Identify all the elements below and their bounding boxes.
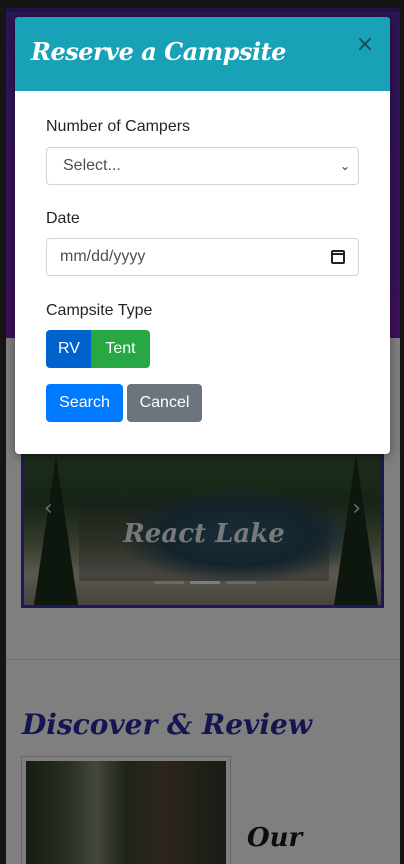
date-placeholder: mm/dd/yyyy — [60, 248, 146, 265]
modal-title: Reserve a Campsite — [31, 37, 286, 66]
campsite-type-tent-button[interactable]: Tent — [91, 330, 150, 368]
close-icon[interactable]: × — [354, 33, 376, 57]
campsite-type-label: Campsite Type — [46, 302, 153, 319]
campsite-type-toggle: RV Tent — [46, 330, 150, 368]
campsite-type-rv-button[interactable]: RV — [46, 330, 91, 368]
date-label: Date — [46, 210, 80, 227]
campers-select-value: Select... — [63, 157, 121, 174]
search-button[interactable]: Search — [46, 384, 123, 422]
reserve-campsite-modal: Reserve a Campsite × Number of Campers S… — [15, 17, 390, 454]
chevron-down-icon: ⌄ — [339, 159, 350, 173]
campers-label: Number of Campers — [46, 118, 191, 135]
date-input[interactable]: mm/dd/yyyy — [46, 238, 359, 276]
cancel-button[interactable]: Cancel — [127, 384, 202, 422]
campers-select[interactable]: Select... ⌄ — [46, 147, 359, 185]
modal-header: Reserve a Campsite × — [15, 17, 390, 91]
calendar-icon[interactable] — [331, 250, 345, 264]
